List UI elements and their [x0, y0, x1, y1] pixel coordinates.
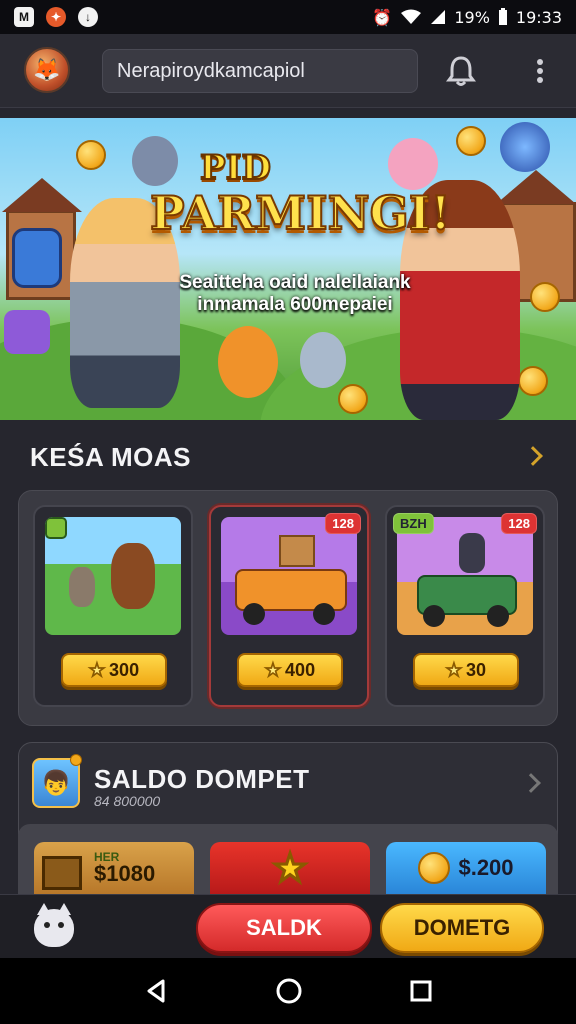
gmail-icon: M [14, 7, 34, 27]
alarm-icon: ⏰ [372, 7, 393, 27]
coin-icon [518, 366, 548, 396]
coin-icon [338, 384, 368, 414]
orb-icon [500, 122, 550, 172]
recents-icon[interactable] [409, 979, 433, 1003]
fox-critter-illustration [218, 326, 278, 398]
gem-icon [4, 310, 50, 354]
star-icon: ★ [88, 659, 106, 680]
star-icon: ★ [445, 659, 463, 680]
wallet-tile[interactable]: $.200 [386, 842, 546, 894]
star-icon: ★ [272, 847, 308, 891]
section-title-featured: KEŚA MOAS [30, 442, 191, 472]
status-bar: M ✦ ↓ ⏰ 19% 19:33 [0, 0, 576, 34]
hammer-icon [12, 228, 62, 288]
card-badge: 128 [325, 513, 361, 534]
bell-icon[interactable] [444, 54, 478, 88]
price-button[interactable]: ★ 300 [61, 653, 167, 687]
banner-pre-title: PID [199, 147, 272, 189]
notification-dot [70, 754, 82, 766]
wallet-tile[interactable]: HER $1080 [34, 842, 194, 894]
game-card[interactable]: 128 ★ 400 [209, 505, 369, 707]
game-card[interactable]: ★ 300 [33, 505, 193, 707]
card-badge-left: BZH [393, 513, 434, 534]
coin-icon [456, 126, 486, 156]
yellow-car-art [221, 517, 357, 635]
wallet-tile[interactable]: ★ [210, 842, 370, 894]
coin-icon [76, 140, 106, 170]
fox-avatar-icon[interactable]: 🦊 [24, 47, 70, 93]
banner-subtitle-2: inmamala 600mepaiei [197, 294, 393, 315]
game-card[interactable]: BZH 128 ★ 30 [385, 505, 545, 707]
app-notification-icon: ✦ [46, 7, 66, 27]
card-badge: 128 [501, 513, 537, 534]
cat-mascot-icon[interactable] [34, 903, 74, 947]
cat-critter-illustration [388, 138, 438, 190]
banner-subtitle-1: Seaitteha oaid naleilaiank [179, 272, 411, 293]
forest-critters-art [45, 517, 181, 635]
download-icon: ↓ [78, 7, 98, 27]
star-icon: ★ [264, 659, 282, 680]
primary-action-button[interactable]: SALDK [196, 903, 372, 953]
secondary-action-button[interactable]: DOMETG [380, 903, 544, 953]
home-icon[interactable] [275, 977, 303, 1005]
cat-critter-illustration [300, 332, 346, 388]
back-icon[interactable] [143, 978, 169, 1004]
search-input[interactable]: Nerapiroydkamcapiol [102, 49, 418, 93]
cat-critter-illustration [132, 136, 178, 186]
wifi-icon [401, 9, 422, 24]
green-jeep-art [397, 517, 533, 635]
coin-icon [530, 282, 560, 312]
signal-icon [431, 10, 446, 24]
battery-percent: 19% [454, 7, 490, 27]
bottom-action-bar: SALDK DOMETG [0, 894, 576, 958]
featured-panel: ★ 300 128 ★ 400 BZH 128 ★ 30 [18, 490, 558, 726]
price-button[interactable]: ★ 30 [413, 653, 519, 687]
chevron-right-icon[interactable] [523, 446, 543, 466]
more-vert-icon[interactable] [530, 56, 550, 86]
clock: 19:33 [515, 7, 562, 27]
coin-icon [418, 852, 451, 884]
section-title-wallet: SALDO DOMPET [94, 764, 310, 794]
promo-banner[interactable]: PID PARMINGI! Seaitteha oaid naleilaiank… [0, 118, 576, 420]
app-header: 🦊 Nerapiroydkamcapiol [0, 34, 576, 108]
banner-title: PARMINGI! [149, 185, 452, 241]
system-nav-bar [0, 958, 576, 1024]
chest-icon [42, 856, 82, 890]
price-button[interactable]: ★ 400 [237, 653, 343, 687]
wallet-subtitle: 84 800000 [94, 793, 161, 809]
battery-icon [498, 8, 507, 25]
